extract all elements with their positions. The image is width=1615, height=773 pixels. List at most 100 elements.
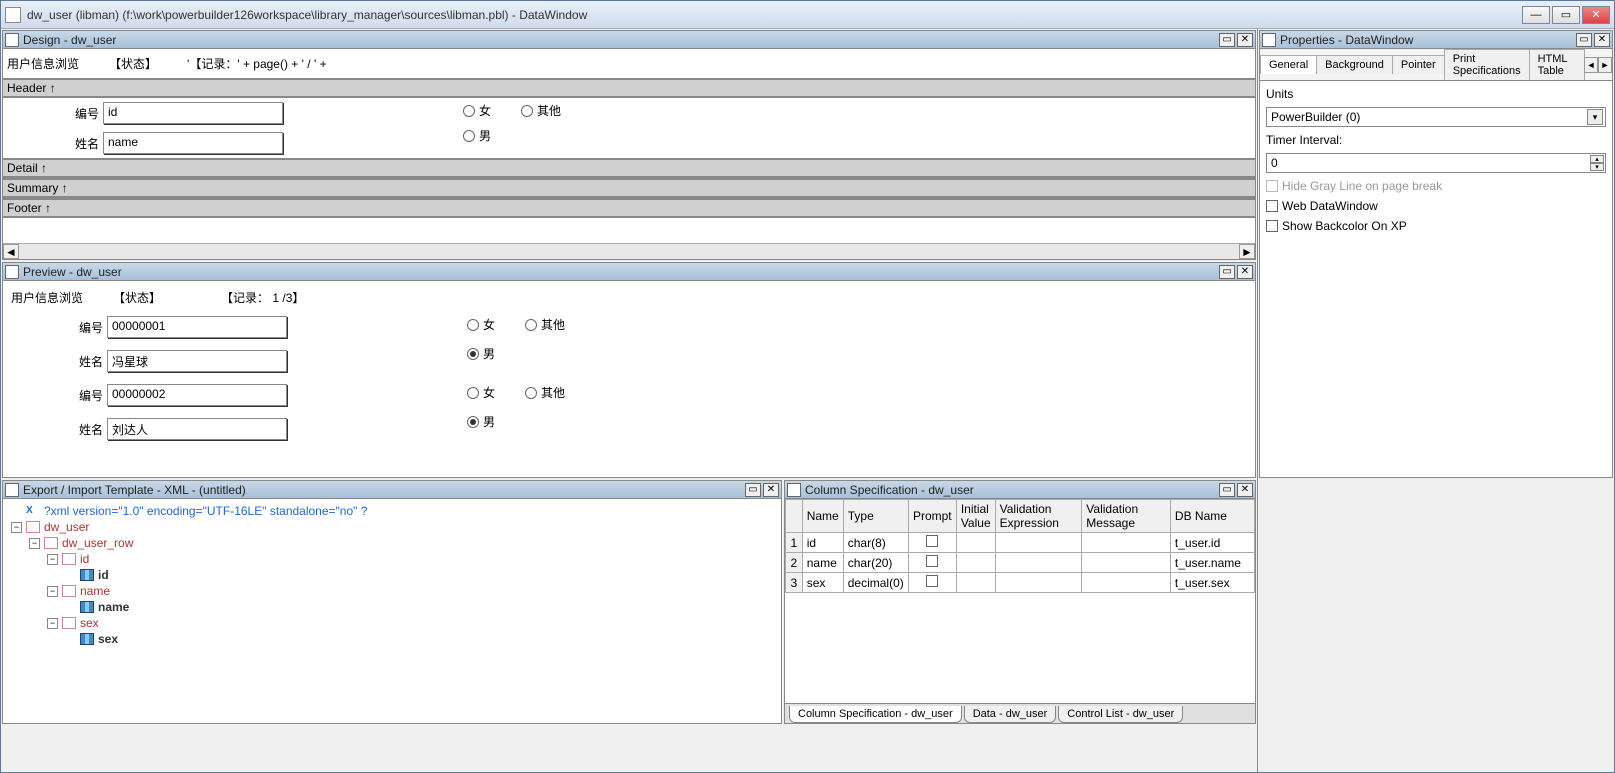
scroll-track[interactable] — [19, 244, 1239, 259]
panel-maximize-button[interactable]: ▭ — [1219, 483, 1235, 497]
maximize-button[interactable]: ▭ — [1552, 6, 1580, 24]
panel-close-button[interactable]: ✕ — [1594, 33, 1610, 47]
panel-maximize-button[interactable]: ▭ — [1576, 33, 1592, 47]
cell-initial[interactable] — [956, 553, 995, 573]
col-prompt[interactable]: Prompt — [908, 500, 956, 533]
tree-node[interactable]: sex — [7, 631, 777, 647]
col-validation-msg[interactable]: Validation Message — [1082, 500, 1171, 533]
table-row[interactable]: 3 sex decimal(0) t_user.sex — [786, 573, 1255, 593]
col-name[interactable]: Name — [802, 500, 843, 533]
backcolor-xp-checkbox-row[interactable]: Show Backcolor On XP — [1266, 219, 1606, 233]
col-type[interactable]: Type — [843, 500, 908, 533]
cell-prompt[interactable] — [908, 573, 956, 593]
minimize-button[interactable]: — — [1522, 6, 1550, 24]
cell-type[interactable]: decimal(0) — [843, 573, 908, 593]
tree-node[interactable]: − name — [7, 583, 777, 599]
cell-prompt[interactable] — [908, 533, 956, 553]
checkbox-icon[interactable] — [926, 535, 938, 547]
tab-data[interactable]: Data - dw_user — [964, 706, 1057, 723]
cell-initial[interactable] — [956, 533, 995, 553]
design-hscroll[interactable]: ◄ ► — [3, 243, 1255, 259]
cell-prompt[interactable] — [908, 553, 956, 573]
panel-maximize-button[interactable]: ▭ — [1219, 265, 1235, 279]
col-initial[interactable]: Initial Value — [956, 500, 995, 533]
radio-other[interactable]: 其他 — [525, 384, 565, 401]
tab-pointer[interactable]: Pointer — [1392, 55, 1445, 74]
checkbox-icon[interactable] — [1266, 220, 1278, 232]
band-detail[interactable]: Detail ↑ — [3, 158, 1255, 178]
tree-toggle-icon[interactable]: − — [47, 586, 58, 597]
cell-type[interactable]: char(8) — [843, 533, 908, 553]
scroll-left-icon[interactable]: ◄ — [3, 244, 19, 259]
tab-general[interactable]: General — [1260, 55, 1317, 74]
preview-field-name[interactable]: 刘达人 — [107, 418, 287, 440]
tree-toggle-icon[interactable]: − — [11, 522, 22, 533]
table-row[interactable]: 1 id char(8) t_user.id — [786, 533, 1255, 553]
cell-name[interactable]: name — [802, 553, 843, 573]
preview-field-name[interactable]: 冯星球 — [107, 350, 287, 372]
tab-control-list[interactable]: Control List - dw_user — [1058, 706, 1183, 723]
cell-dbname[interactable]: t_user.id — [1170, 533, 1254, 553]
radio-female[interactable]: 女 — [467, 316, 495, 333]
preview-field-id[interactable]: 00000001 — [107, 316, 287, 338]
web-dw-checkbox-row[interactable]: Web DataWindow — [1266, 199, 1606, 213]
tree-node[interactable]: name — [7, 599, 777, 615]
cell-name[interactable]: sex — [802, 573, 843, 593]
tree-node[interactable]: id — [7, 567, 777, 583]
scroll-right-icon[interactable]: ► — [1239, 244, 1255, 259]
xml-tree-body[interactable]: X ?xml version="1.0" encoding="UTF-16LE"… — [3, 499, 781, 723]
cell-validation-msg[interactable] — [1082, 533, 1171, 553]
field-id[interactable]: id — [103, 102, 283, 124]
radio-other[interactable]: 其他 — [521, 102, 561, 119]
panel-maximize-button[interactable]: ▭ — [1219, 33, 1235, 47]
tab-print-spec[interactable]: Print Specifications — [1444, 49, 1530, 80]
cell-type[interactable]: char(20) — [843, 553, 908, 573]
band-header[interactable]: Header ↑ — [3, 78, 1255, 98]
panel-close-button[interactable]: ✕ — [763, 483, 779, 497]
radio-male[interactable]: 男 — [467, 413, 495, 430]
cell-name[interactable]: id — [802, 533, 843, 553]
close-button[interactable]: ✕ — [1582, 6, 1610, 24]
timer-interval-input[interactable]: 0 ▴ ▾ — [1266, 153, 1606, 173]
tree-toggle-icon[interactable]: − — [29, 538, 40, 549]
cell-validation-expr[interactable] — [995, 573, 1082, 593]
table-row[interactable]: 2 name char(20) t_user.name — [786, 553, 1255, 573]
chevron-down-icon[interactable]: ▾ — [1587, 109, 1603, 125]
panel-maximize-button[interactable]: ▭ — [745, 483, 761, 497]
spinner-down-icon[interactable]: ▾ — [1590, 163, 1604, 171]
checkbox-icon[interactable] — [1266, 200, 1278, 212]
panel-close-button[interactable]: ✕ — [1237, 33, 1253, 47]
preview-body[interactable]: 用户信息浏览 【状态】 【记录： 1 /3】 编号 00000001 姓名 冯星… — [3, 281, 1255, 477]
design-body[interactable]: 用户信息浏览 【状态】 '【记录：' + page() + ' / ' + He… — [3, 49, 1255, 243]
band-summary[interactable]: Summary ↑ — [3, 178, 1255, 198]
checkbox-icon[interactable] — [926, 555, 938, 567]
units-select[interactable]: PowerBuilder (0) ▾ — [1266, 107, 1606, 127]
checkbox-icon[interactable] — [926, 575, 938, 587]
panel-close-button[interactable]: ✕ — [1237, 265, 1253, 279]
colspec-body[interactable]: Name Type Prompt Initial Value Validatio… — [785, 499, 1255, 703]
tab-column-specification[interactable]: Column Specification - dw_user — [789, 706, 962, 723]
cell-validation-expr[interactable] — [995, 533, 1082, 553]
tab-background[interactable]: Background — [1316, 55, 1393, 74]
radio-male[interactable]: 男 — [463, 127, 491, 144]
band-footer[interactable]: Footer ↑ — [3, 198, 1255, 218]
radio-female[interactable]: 女 — [463, 102, 491, 119]
tree-toggle-icon[interactable]: − — [47, 554, 58, 565]
panel-close-button[interactable]: ✕ — [1237, 483, 1253, 497]
cell-dbname[interactable]: t_user.sex — [1170, 573, 1254, 593]
tab-scroll-right-icon[interactable]: ► — [1598, 57, 1612, 73]
preview-field-id[interactable]: 00000002 — [107, 384, 287, 406]
cell-validation-expr[interactable] — [995, 553, 1082, 573]
radio-other[interactable]: 其他 — [525, 316, 565, 333]
radio-male[interactable]: 男 — [467, 345, 495, 362]
cell-validation-msg[interactable] — [1082, 553, 1171, 573]
radio-female[interactable]: 女 — [467, 384, 495, 401]
tree-node[interactable]: − sex — [7, 615, 777, 631]
cell-validation-msg[interactable] — [1082, 573, 1171, 593]
tree-node[interactable]: X ?xml version="1.0" encoding="UTF-16LE"… — [7, 503, 777, 519]
col-dbname[interactable]: DB Name — [1170, 500, 1254, 533]
tree-node[interactable]: − id — [7, 551, 777, 567]
tab-scroll-left-icon[interactable]: ◄ — [1584, 57, 1598, 73]
col-validation-expr[interactable]: Validation Expression — [995, 500, 1082, 533]
cell-initial[interactable] — [956, 573, 995, 593]
